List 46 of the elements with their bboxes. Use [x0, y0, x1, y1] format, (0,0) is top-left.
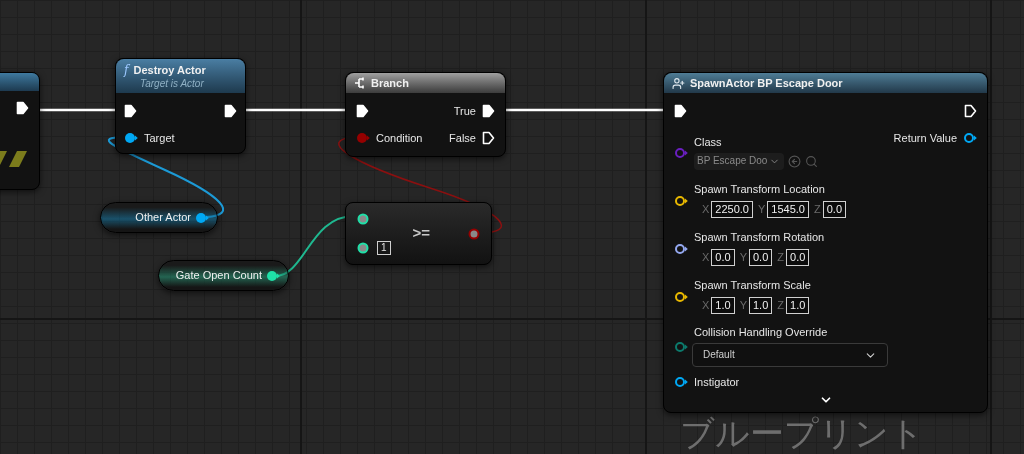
pin-label: Spawn Transform Location [694, 184, 826, 195]
variable-node[interactable]: Gate Open Count [158, 260, 289, 291]
variable-name: Gate Open Count [175, 268, 262, 284]
pin-label: Spawn Transform Scale [694, 280, 811, 291]
variable-node[interactable]: Other Actor [100, 202, 218, 233]
axis-label: Z [777, 300, 784, 311]
graph-watermark: ブループリント [680, 416, 924, 450]
number-field[interactable]: 2250.0 [711, 201, 753, 218]
number-field[interactable]: 1.0 [786, 297, 810, 314]
function-icon: f [124, 64, 129, 77]
class-select[interactable]: BP Escape Doo [694, 152, 784, 170]
axis-label: X [702, 300, 710, 311]
node-title: SpawnActor BP Escape Door [690, 75, 843, 91]
pin-label: Condition [376, 132, 423, 144]
pin-label: Target [144, 132, 175, 144]
pin-label: Spawn Transform Rotation [694, 232, 825, 243]
operator-symbol: >= [412, 223, 431, 244]
dropdown-field[interactable]: Default [692, 343, 888, 367]
pin-label: Collision Handling Override [694, 327, 829, 338]
number-field[interactable]: 0.0 [786, 249, 810, 266]
variable-name: Other Actor [135, 210, 191, 226]
number-field[interactable]: 0.0 [711, 249, 735, 266]
pin-label: Class [694, 136, 723, 148]
pin-label: Return Value [893, 132, 957, 144]
axis-label: X [702, 204, 710, 215]
axis-label: Z [777, 252, 784, 263]
axis-label: Z [814, 204, 821, 215]
compare-node[interactable]: 1 >= [345, 202, 492, 265]
node-title: Branch [371, 75, 409, 91]
number-field[interactable]: 1 [377, 241, 391, 255]
node-title: Destroy Actor [133, 63, 206, 78]
number-field[interactable]: 1.0 [749, 297, 773, 314]
axis-label: Y [758, 204, 766, 215]
axis-label: Y [739, 252, 747, 263]
number-field[interactable]: 1545.0 [767, 201, 809, 218]
branch-node[interactable]: Branch Condition True False [345, 72, 506, 157]
pin-label: True [453, 105, 476, 117]
function-node[interactable]: f Destroy Actor Target is Actor Target [115, 58, 246, 154]
pin-label: Instigator [694, 376, 740, 388]
pin-label: False [449, 132, 476, 144]
axis-label: Y [739, 300, 747, 311]
number-field[interactable]: 0.0 [822, 201, 847, 218]
number-field[interactable]: 1.0 [711, 297, 735, 314]
node-subtitle: Target is Actor [139, 78, 205, 89]
number-field[interactable]: 0.0 [749, 249, 773, 266]
axis-label: X [702, 252, 710, 263]
